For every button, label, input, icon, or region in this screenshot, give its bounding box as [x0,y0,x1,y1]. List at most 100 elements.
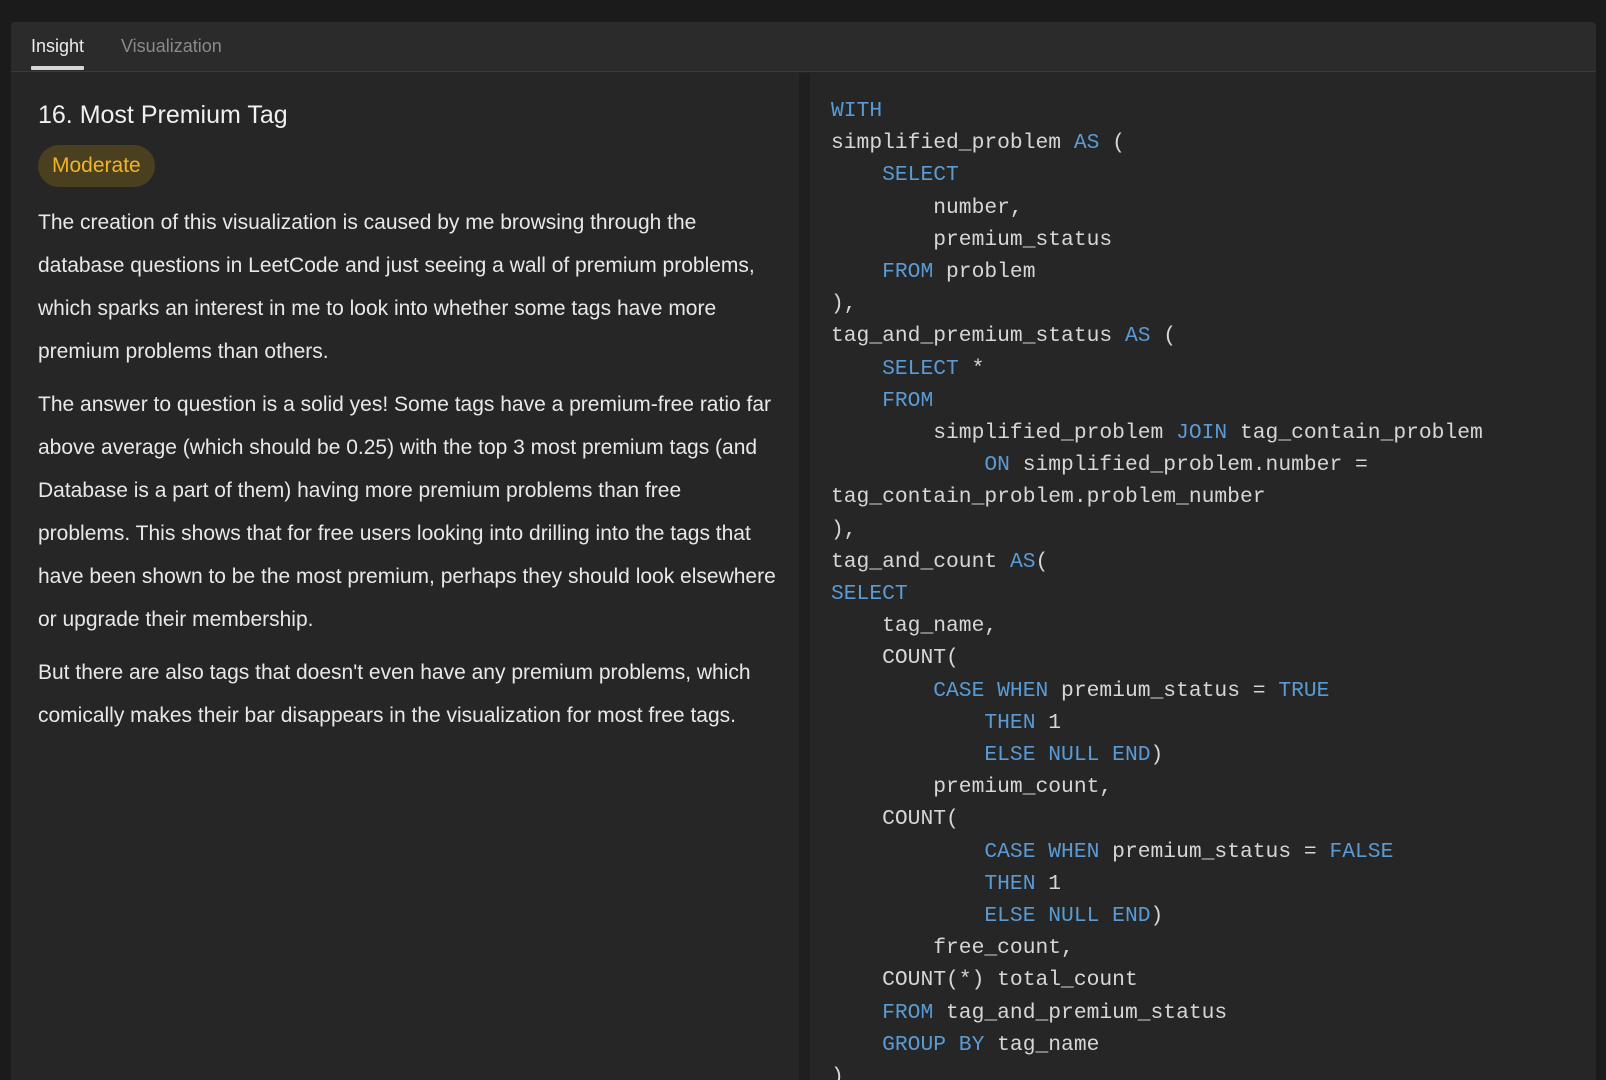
code-line: tag_and_premium_status AS ( [831,324,1176,348]
code-text: tag_contain_problem.problem_number [831,485,1266,510]
tab-bar: Insight Visualization [11,22,1596,72]
code-line: COUNT( [831,646,959,670]
description-paragraph: The answer to question is a solid yes! S… [38,393,776,631]
code-line: premium_count, [831,775,1112,799]
code-line: CASE WHEN premium_status = FALSE [831,840,1393,864]
code-text: 1 [1035,710,1062,735]
code-line: ), [831,518,857,542]
code-line: tag_name, [831,614,997,638]
page-title: 16. Most Premium Tag [38,101,288,129]
code-text: ), [831,292,857,317]
code-text: * [958,356,985,381]
code-text: ( [1035,549,1049,574]
code-keyword: CASE WHEN [984,839,1100,864]
code-text: problem [933,260,1036,285]
code-line: FROM tag_and_premium_status [831,1001,1227,1025]
tab-insight[interactable]: Insight [31,22,85,72]
code-line: SELECT [831,163,959,187]
code-keyword: FROM [882,1000,934,1025]
code-text: tag_and_premium_status [933,1000,1228,1025]
code-text: ( [1150,324,1177,349]
active-tab-indicator [31,66,85,70]
code-line: ELSE NULL END) [831,904,1163,928]
insight-description-pane: 16. Most Premium Tag Moderate The creati… [11,73,799,1080]
code-keyword: SELECT [882,356,959,381]
code-keyword: FROM [882,388,934,413]
code-line: simplified_problem JOIN tag_contain_prob… [831,421,1483,445]
code-keyword: ELSE NULL END [984,743,1151,768]
sql-code-block: WITH simplified_problem AS ( SELECT numb… [831,95,1483,1080]
code-line: premium_status [831,228,1112,252]
code-text: tag_contain_problem [1227,421,1483,446]
code-keyword: JOIN [1176,421,1228,446]
code-keyword: WITH [831,99,883,123]
description-paragraph: But there are also tags that doesn't eve… [38,661,751,727]
code-text: tag_and_premium_status [831,324,1125,349]
code-text: ( [1099,131,1125,156]
tab-visualization[interactable]: Visualization [121,22,222,72]
code-text: tag_name [984,1032,1100,1057]
insight-panel: Insight Visualization 16. Most Premium T… [11,22,1596,1080]
code-text: COUNT(*) total_count [831,968,1138,993]
code-keyword: FALSE [1329,839,1394,864]
code-text: COUNT( [831,807,959,832]
code-text: number, [831,195,1023,220]
code-keyword: GROUP BY [882,1032,985,1057]
code-line: tag_contain_problem.problem_number [831,485,1266,509]
code-line: WITH [831,99,882,123]
code-line: COUNT(*) total_count [831,968,1138,992]
code-text: simplified_problem [831,421,1177,446]
code-line: tag_and_count AS( [831,550,1048,574]
code-line: THEN 1 [831,872,1061,896]
code-text: tag_name, [831,614,998,639]
code-keyword: AS [1073,131,1100,156]
code-text: simplified_problem.number = [1009,453,1368,478]
code-line: ON simplified_problem.number = [831,453,1368,478]
code-line: free_count, [831,936,1074,960]
code-keyword: AS [1124,324,1151,349]
code-text: COUNT( [831,646,959,671]
code-line: ELSE NULL END) [831,743,1163,767]
code-line: number, [831,195,1023,220]
code-keyword: SELECT [831,582,908,607]
code-text: ) [1150,743,1164,768]
code-keyword: THEN [984,710,1036,735]
code-keyword: ON [984,453,1010,478]
code-line: ) [831,1065,844,1080]
code-keyword: CASE WHEN [933,678,1049,703]
code-text: ), [831,517,857,542]
sql-code-pane[interactable]: WITH simplified_problem AS ( SELECT numb… [810,73,1596,1080]
description-paragraph: The creation of this visualization is ca… [38,211,755,363]
code-keyword: ELSE NULL END [984,904,1151,929]
code-line: FROM problem [831,260,1036,285]
code-text: ) [831,1065,844,1080]
code-keyword: THEN [984,871,1036,896]
code-line: THEN 1 [831,711,1061,735]
code-text: tag_and_count [831,549,1010,574]
code-text: ) [1150,904,1164,929]
code-keyword: SELECT [882,163,959,188]
code-text: premium_status = [1099,839,1330,864]
code-keyword: AS [1009,549,1036,574]
code-text: 1 [1035,871,1062,896]
code-keyword: TRUE [1278,678,1330,703]
code-text: simplified_problem [831,131,1074,156]
pane-resize-handle[interactable] [799,73,810,1080]
difficulty-badge: Moderate [38,145,155,187]
code-text: free_count, [831,936,1074,961]
insight-description: The creation of this visualization is ca… [38,201,778,747]
code-text: premium_status = [1048,678,1279,703]
